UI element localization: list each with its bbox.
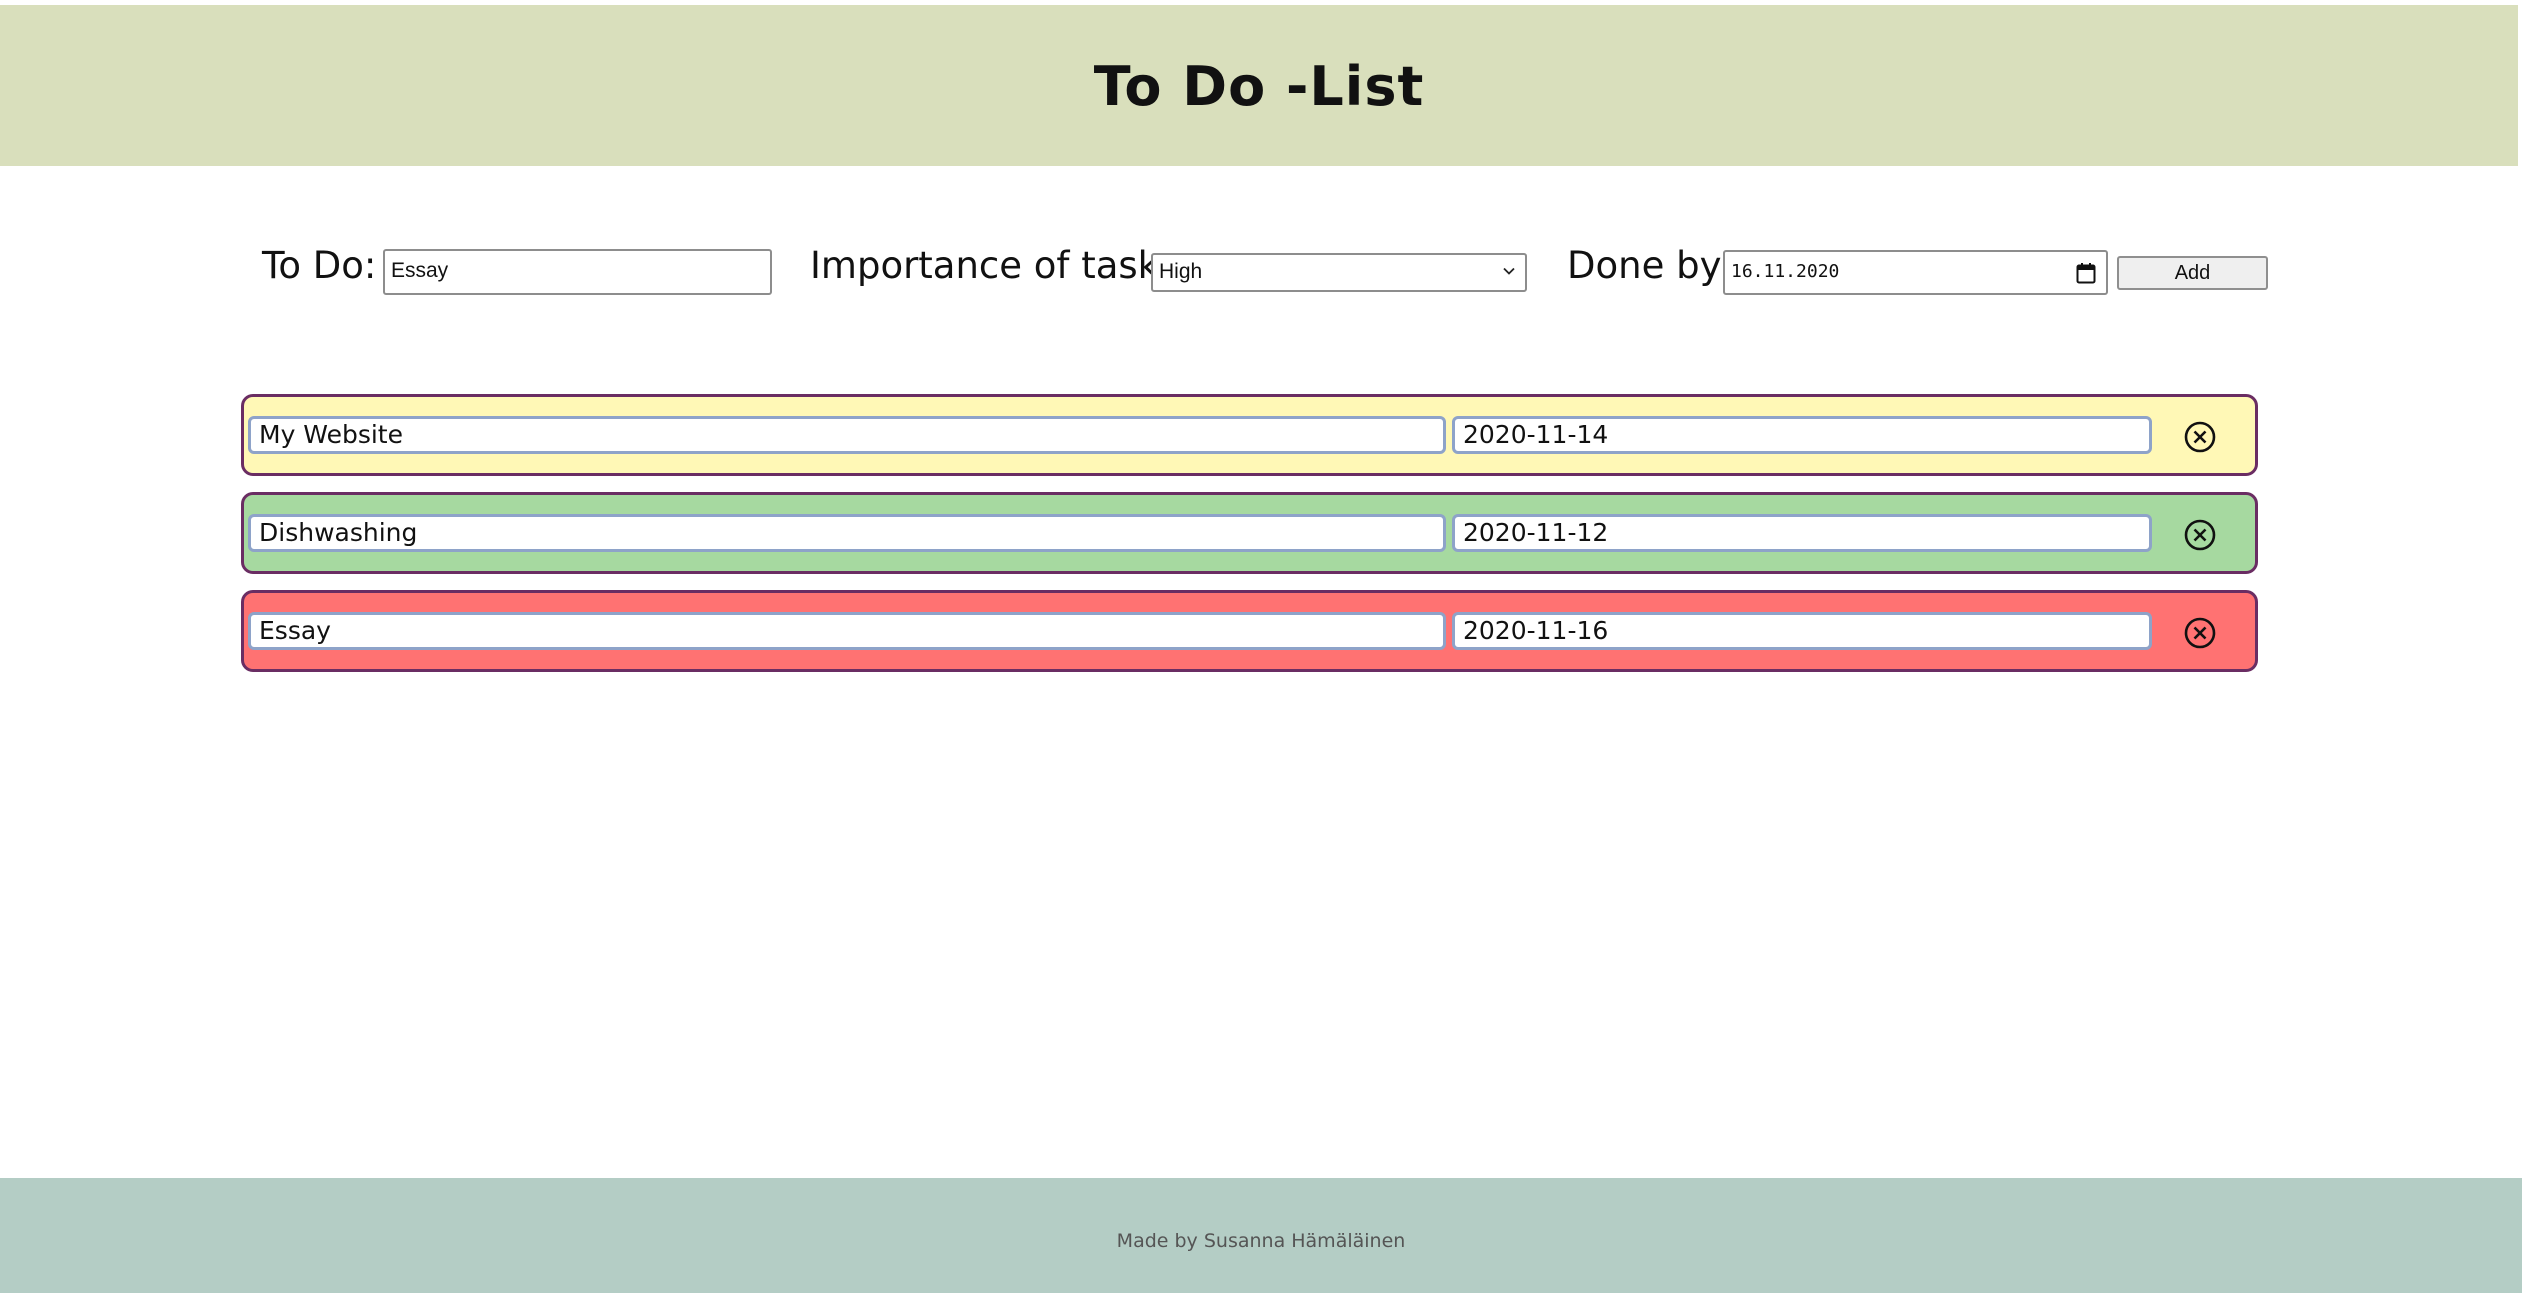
todo-label: To Do:: [262, 244, 377, 287]
todo-item: My Website 2020-11-14: [241, 394, 2258, 476]
todo-item: Essay 2020-11-16: [241, 590, 2258, 672]
footer-credit: Made by Susanna Hämäläinen: [1116, 1230, 1406, 1252]
todo-page: To Do -List To Do: Essay Importance of t…: [0, 0, 2522, 1293]
importance-selected-value: High: [1159, 260, 1203, 283]
done-by-date-value: 16.11.2020: [1731, 261, 1840, 282]
todo-item: Dishwashing 2020-11-12: [241, 492, 2258, 574]
todo-task-field[interactable]: Essay: [248, 612, 1446, 650]
importance-label: Importance of task:: [810, 244, 1172, 287]
done-by-date-input[interactable]: 16.11.2020: [1723, 250, 2108, 295]
todo-date-field[interactable]: 2020-11-14: [1452, 416, 2152, 454]
todo-date-field[interactable]: 2020-11-12: [1452, 514, 2152, 552]
importance-select[interactable]: High: [1151, 253, 1527, 292]
todo-task-field[interactable]: Dishwashing: [248, 514, 1446, 552]
todo-date-field[interactable]: 2020-11-16: [1452, 612, 2152, 650]
todo-input[interactable]: Essay: [383, 249, 772, 295]
add-button[interactable]: Add: [2117, 256, 2268, 290]
calendar-icon[interactable]: [2076, 262, 2096, 284]
chevron-down-icon: [1503, 267, 1515, 275]
close-circle-icon[interactable]: [2182, 517, 2218, 553]
todo-task-field[interactable]: My Website: [248, 416, 1446, 454]
footer: Made by Susanna Hämäläinen: [0, 1178, 2522, 1293]
header: To Do -List: [0, 5, 2518, 166]
close-circle-icon[interactable]: [2182, 615, 2218, 651]
close-circle-icon[interactable]: [2182, 419, 2218, 455]
page-title: To Do -List: [1093, 55, 1425, 118]
done-by-label: Done by:: [1567, 244, 1732, 287]
